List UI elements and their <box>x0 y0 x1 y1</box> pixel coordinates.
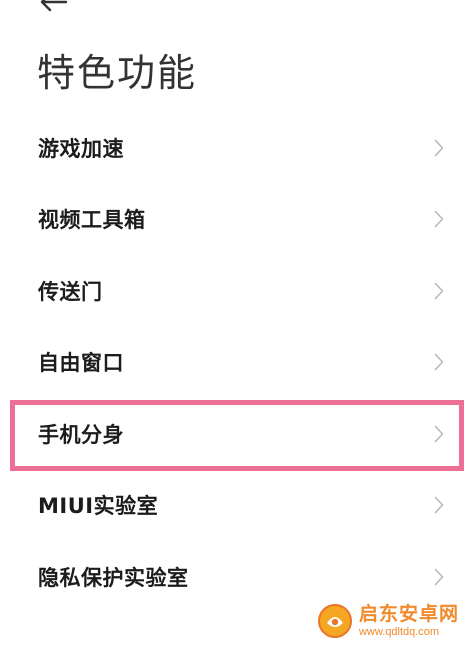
screen: 特色功能 游戏加速 视频工具箱 传送门 自由窗口 手机分身 MIUI实验室 隐私… <box>0 0 467 645</box>
page-title: 特色功能 <box>37 51 198 95</box>
chevron-right-icon <box>433 566 445 588</box>
menu-item-portal[interactable]: 传送门 <box>0 255 467 327</box>
menu-item-miui-lab[interactable]: MIUI实验室 <box>0 470 467 542</box>
menu-item-label: 隐私保护实验室 <box>38 565 189 590</box>
chevron-right-icon <box>433 280 445 302</box>
chevron-right-icon <box>433 423 445 445</box>
chevron-right-icon <box>433 351 445 373</box>
menu-item-label: 游戏加速 <box>38 136 124 161</box>
menu-item-privacy-lab[interactable]: 隐私保护实验室 <box>0 541 467 613</box>
watermark: 启东安卓网 www.qdltdq.com <box>317 603 459 639</box>
arrow-left-icon <box>40 0 68 12</box>
menu-item-floating-window[interactable]: 自由窗口 <box>0 327 467 399</box>
menu-item-label: 手机分身 <box>38 422 124 447</box>
menu-item-game-turbo[interactable]: 游戏加速 <box>0 112 467 184</box>
back-button[interactable] <box>36 0 70 16</box>
settings-menu: 游戏加速 视频工具箱 传送门 自由窗口 手机分身 MIUI实验室 隐私保护实验室 <box>0 112 467 613</box>
menu-item-label: 视频工具箱 <box>38 208 146 233</box>
menu-item-label: MIUI实验室 <box>38 494 159 519</box>
menu-item-second-space[interactable]: 手机分身 <box>0 398 467 470</box>
watermark-logo-icon <box>317 604 352 638</box>
menu-item-label: 自由窗口 <box>38 351 124 376</box>
watermark-name: 启东安卓网 <box>358 602 459 625</box>
chevron-right-icon <box>433 208 445 230</box>
watermark-url: www.qdltdq.com <box>358 625 440 638</box>
menu-item-label: 传送门 <box>38 279 103 304</box>
chevron-right-icon <box>433 137 445 159</box>
chevron-right-icon <box>433 494 445 516</box>
menu-item-video-toolbox[interactable]: 视频工具箱 <box>0 184 467 256</box>
